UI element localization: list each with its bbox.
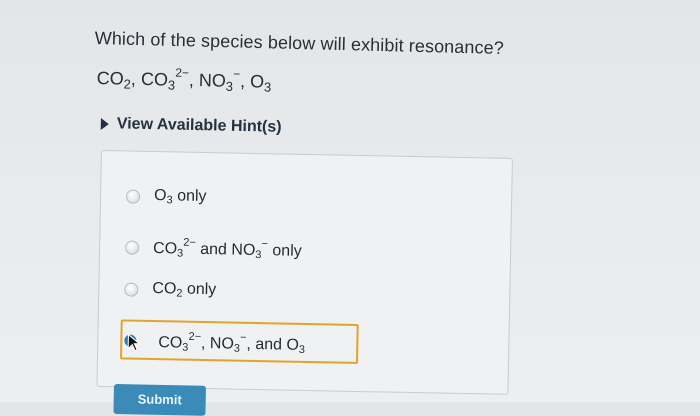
submit-button[interactable]: Submit <box>113 384 206 416</box>
species-item: O3 <box>249 71 272 95</box>
option-label: CO2 only <box>152 280 217 300</box>
hint-label: View Available Hint(s) <box>116 115 282 136</box>
cursor-pointer-icon <box>124 332 144 351</box>
selected-option-highlight[interactable]: CO32−, NO3−, and O3 <box>119 319 359 364</box>
radio-button[interactable] <box>124 281 139 297</box>
species-item: CO2, <box>96 67 142 92</box>
option-label: CO32− and NO3− only <box>152 236 302 262</box>
triangle-right-icon <box>100 117 109 131</box>
option-co3-no3-o3[interactable]: CO32−, NO3−, and O3 <box>124 330 306 356</box>
option-label: CO32−, NO3−, and O3 <box>158 330 306 356</box>
species-item: CO32−, <box>140 65 200 93</box>
answer-options: O3 only CO32− and NO3− only CO2 only CO3… <box>96 150 513 395</box>
question-text: Which of the species below will exhibit … <box>94 28 505 58</box>
option-o3-only[interactable]: O3 only <box>125 186 207 207</box>
option-co2-only[interactable]: CO2 only <box>124 279 216 300</box>
species-item: NO3−, <box>198 66 251 94</box>
option-co3-no3-only[interactable]: CO32− and NO3− only <box>125 235 302 261</box>
radio-button[interactable] <box>125 239 140 255</box>
species-list: CO2, CO32−, NO3−, O3 <box>96 64 271 95</box>
radio-button[interactable] <box>125 188 141 204</box>
view-hints-link[interactable]: View Available Hint(s) <box>100 115 282 137</box>
option-label: O3 only <box>153 187 207 207</box>
